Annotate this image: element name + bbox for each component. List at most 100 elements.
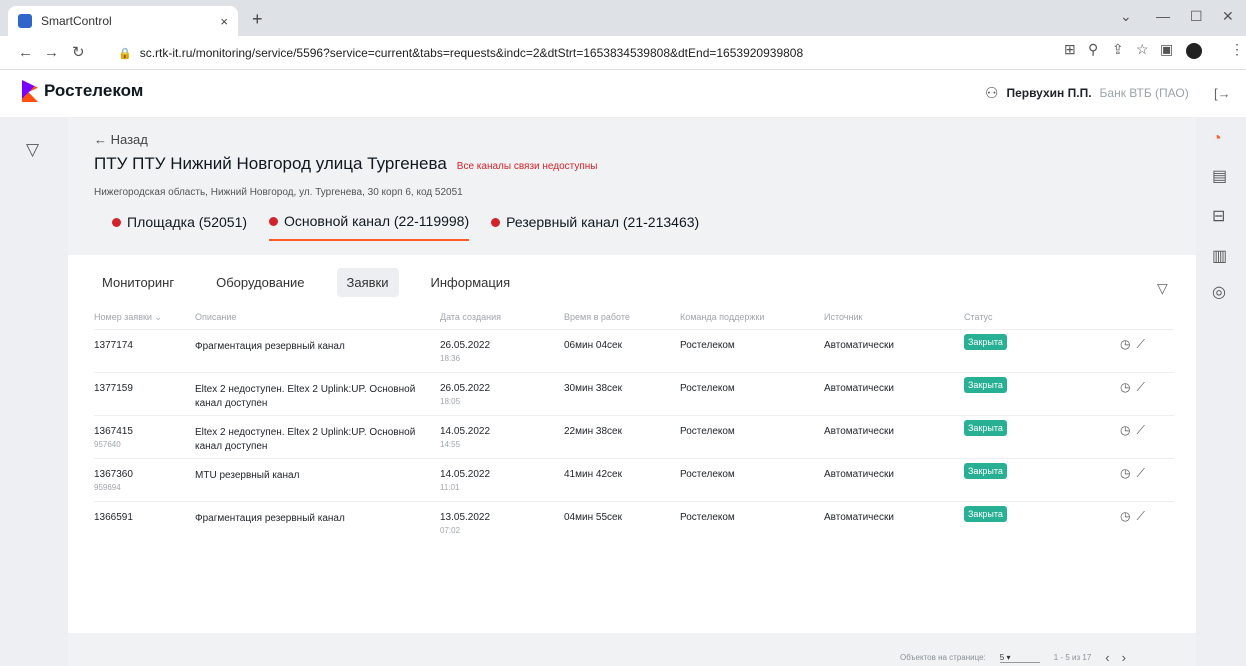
forward-arrow-icon[interactable]: →: [44, 44, 59, 61]
tab-main-channel[interactable]: Основной канал (22-119998): [269, 213, 470, 241]
monitoring-icon[interactable]: ◔: [1212, 130, 1222, 148]
page-nav: ‹›: [1105, 650, 1138, 665]
table-row[interactable]: 1366591 Фрагментация резервный канал 13.05…: [94, 501, 1174, 544]
next-page-icon[interactable]: ›: [1122, 650, 1138, 665]
maximize-button[interactable]: ☐: [1190, 8, 1203, 25]
col-source: Источник: [824, 312, 863, 322]
star-icon[interactable]: ☆: [1136, 41, 1149, 58]
browser-tab[interactable]: SmartControl ×: [8, 6, 238, 36]
user-icon: ⚇: [985, 85, 999, 102]
close-tab-icon[interactable]: ×: [220, 14, 228, 29]
chart-icon[interactable]: ⟋: [1136, 466, 1150, 480]
tab-backup-channel[interactable]: Резервный канал (21-213463): [491, 213, 699, 241]
user-name: Первухин П.П.: [1006, 86, 1092, 100]
translate-icon[interactable]: ⊞: [1064, 41, 1076, 58]
table-filter-icon[interactable]: ▽: [1157, 280, 1168, 297]
cell-number: 1367415 957640: [94, 426, 133, 449]
menu-icon[interactable]: ⋮: [1230, 41, 1244, 58]
minimize-button[interactable]: —: [1156, 8, 1170, 24]
per-page-value: 5: [999, 652, 1005, 662]
row-actions: ◷⟋: [1120, 423, 1151, 438]
status-badge: Закрыта: [964, 334, 1007, 350]
history-icon[interactable]: ◷: [1120, 423, 1136, 437]
tab-label: Площадка (52051): [127, 214, 248, 230]
chart-icon[interactable]: ⟋: [1136, 337, 1150, 351]
logo[interactable]: Ростелеком: [22, 80, 143, 102]
table-header: Номер заявки ⌄ Описание Дата создания Вр…: [94, 312, 1174, 328]
tab-info[interactable]: Информация: [421, 268, 521, 297]
history-icon[interactable]: ◷: [1120, 509, 1136, 523]
filter-icon[interactable]: ▽: [26, 140, 39, 160]
logout-icon[interactable]: [→: [1214, 86, 1231, 101]
tab-label: Резервный канал (21-213463): [506, 214, 700, 230]
cell-number: 1377159: [94, 383, 133, 394]
row-actions: ◷⟋: [1120, 466, 1151, 481]
cell-created: 13.05.2022 07:02: [440, 512, 491, 535]
pagination: Объектов на странице: 5 ▾ 1 - 5 из 17 ‹›: [900, 650, 1138, 665]
tab-site[interactable]: Площадка (52051): [112, 213, 247, 241]
history-icon[interactable]: ◷: [1120, 337, 1136, 351]
cell-status: Закрыта: [964, 420, 1007, 436]
right-sidebar: [1196, 118, 1246, 666]
row-actions: ◷⟋: [1120, 509, 1151, 524]
cell-created: 14.05.2022 14:55: [440, 426, 491, 449]
close-window-button[interactable]: ✕: [1222, 8, 1234, 25]
history-icon[interactable]: ◷: [1120, 380, 1136, 394]
org-name: Банк ВТБ (ПАО): [1099, 86, 1189, 100]
cell-team: Ростелеком: [680, 469, 735, 480]
chevron-down-icon[interactable]: ⌄: [1120, 8, 1132, 25]
cell-source: Автоматически: [824, 469, 894, 480]
back-link[interactable]: ← Назад: [94, 132, 148, 147]
zoom-icon[interactable]: ⚲: [1088, 41, 1098, 58]
table-row[interactable]: 1367415 957640 Eltex 2 недоступен. Eltex 2…: [94, 415, 1174, 458]
tab-equipment[interactable]: Оборудование: [206, 268, 314, 297]
report-icon[interactable]: ▥: [1212, 246, 1227, 266]
sidepanel-icon[interactable]: ▣: [1160, 41, 1173, 58]
left-sidebar: [0, 118, 68, 666]
row-actions: ◷⟋: [1120, 380, 1151, 395]
reload-icon[interactable]: ↻: [72, 43, 85, 61]
tab-monitoring[interactable]: Мониторинг: [92, 268, 184, 297]
cell-source: Автоматически: [824, 426, 894, 437]
book-icon[interactable]: ⊟: [1212, 206, 1225, 226]
document-icon[interactable]: ▤: [1212, 166, 1227, 186]
history-icon[interactable]: ◷: [1120, 466, 1136, 480]
prev-page-icon[interactable]: ‹: [1105, 650, 1121, 665]
location-icon[interactable]: ◎: [1212, 282, 1226, 302]
cell-description: Eltex 2 недоступен. Eltex 2 Uplink:UP. О…: [195, 427, 416, 452]
url-field[interactable]: 🔒 sc.rtk-it.ru/monitoring/service/5596?s…: [118, 41, 1218, 65]
per-page-select[interactable]: 5 ▾: [999, 652, 1040, 663]
cell-team: Ростелеком: [680, 340, 735, 351]
cell-duration: 04мин 55сек: [564, 512, 622, 523]
cell-duration: 06мин 04сек: [564, 340, 622, 351]
cell-created: 26.05.2022 18:36: [440, 340, 491, 363]
status-dot: [491, 217, 501, 227]
site-address: Нижегородская область, Нижний Новгород, …: [94, 187, 463, 198]
avatar[interactable]: [1186, 43, 1202, 59]
share-icon[interactable]: ⇪: [1112, 41, 1124, 58]
chart-icon[interactable]: ⟋: [1136, 423, 1150, 437]
cell-description: Фрагментация резервный канал: [195, 513, 345, 524]
chart-icon[interactable]: ⟋: [1136, 380, 1150, 394]
lock-icon: 🔒: [118, 47, 132, 60]
chart-icon[interactable]: ⟋: [1136, 509, 1150, 523]
tab-label: Основной канал (22-119998): [284, 213, 470, 229]
col-description: Описание: [195, 312, 237, 322]
col-number[interactable]: Номер заявки ⌄: [94, 312, 162, 323]
cell-description: Фрагментация резервный канал: [195, 341, 345, 352]
status-badge: Закрыта: [964, 463, 1007, 479]
cell-status: Закрыта: [964, 463, 1007, 479]
row-actions: ◷⟋: [1120, 337, 1151, 352]
cell-number: 1366591: [94, 512, 133, 523]
status-badge: Закрыта: [964, 506, 1007, 522]
new-tab-button[interactable]: +: [252, 9, 263, 30]
back-arrow-icon[interactable]: ←: [18, 44, 33, 61]
table-row[interactable]: 1377159 Eltex 2 недоступен. Eltex 2 Uplin…: [94, 372, 1174, 415]
cell-status: Закрыта: [964, 377, 1007, 393]
user-info[interactable]: ⚇ Первухин П.П. Банк ВТБ (ПАО): [985, 84, 1189, 102]
cell-team: Ростелеком: [680, 383, 735, 394]
cell-team: Ростелеком: [680, 426, 735, 437]
table-row[interactable]: 1377174 Фрагментация резервный канал 26.05…: [94, 329, 1174, 372]
tab-requests[interactable]: Заявки: [336, 268, 399, 297]
table-row[interactable]: 1367360 959694 MTU резервный канал 14.05.20…: [94, 458, 1174, 501]
